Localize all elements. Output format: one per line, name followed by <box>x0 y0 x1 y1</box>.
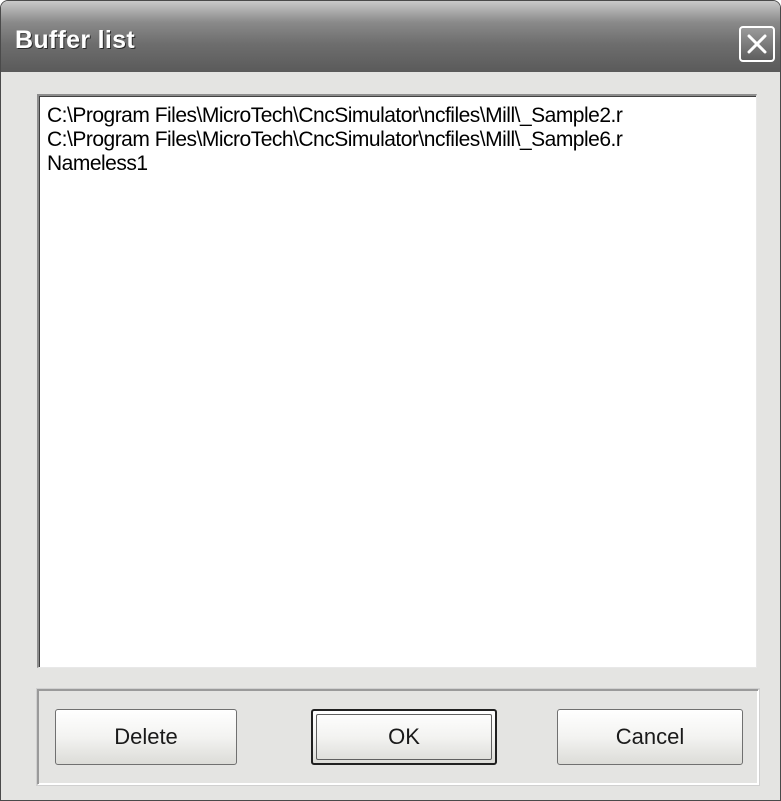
list-item[interactable]: C:\Program Files\MicroTech\CncSimulator\… <box>47 104 756 128</box>
close-button[interactable] <box>739 26 775 62</box>
buffer-listbox[interactable]: C:\Program Files\MicroTech\CncSimulator\… <box>37 94 757 668</box>
cancel-button-label: Cancel <box>615 724 685 749</box>
buffer-list-dialog: Buffer list C:\Program Files\MicroTech\C… <box>0 0 781 801</box>
window-title: Buffer list <box>15 26 135 54</box>
delete-button-label: Delete <box>114 724 178 749</box>
buffer-list-items: C:\Program Files\MicroTech\CncSimulator\… <box>47 104 756 667</box>
cancel-button[interactable]: Cancel <box>557 709 743 765</box>
focus-rectangle <box>316 714 492 760</box>
ok-button[interactable]: OK <box>311 709 497 765</box>
delete-button[interactable]: Delete <box>55 709 237 765</box>
list-item[interactable]: C:\Program Files\MicroTech\CncSimulator\… <box>47 128 756 152</box>
close-icon <box>747 34 767 54</box>
title-bar[interactable]: Buffer list <box>1 1 780 72</box>
list-item[interactable]: Nameless1 <box>47 152 756 176</box>
